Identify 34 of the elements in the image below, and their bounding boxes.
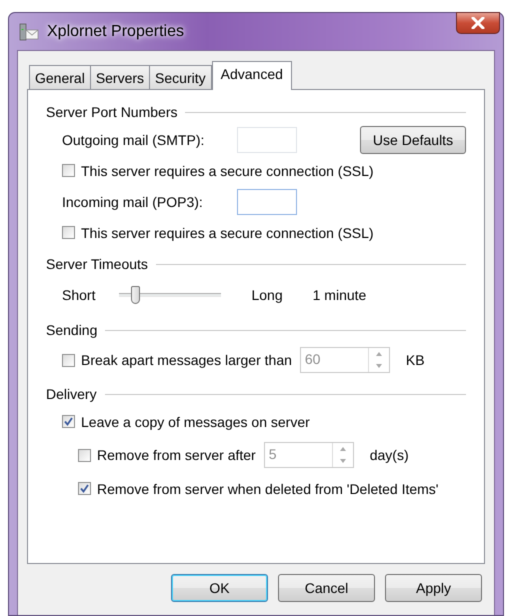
group-title: Server Timeouts <box>46 256 148 272</box>
group-title: Delivery <box>46 386 97 402</box>
tab[interactable]: Advanced <box>212 61 292 90</box>
dialog-button[interactable]: Cancel <box>278 574 375 602</box>
group-title: Server Port Numbers <box>46 104 178 120</box>
checkbox-label[interactable]: Leave a copy of messages on server <box>81 414 310 430</box>
window-title: Xplornet Properties <box>47 22 184 40</box>
close-icon <box>471 17 485 29</box>
timeout-slider[interactable] <box>119 285 222 305</box>
checkbox-label[interactable]: Remove from server when deleted from 'Deleted Items' <box>97 480 438 496</box>
group-title: Sending <box>46 322 98 338</box>
checkbox[interactable] <box>62 164 75 177</box>
timeout-value: 1 minute <box>312 287 366 303</box>
unit-label: KB <box>406 352 425 368</box>
checkbox[interactable] <box>62 226 75 239</box>
unit-label: day(s) <box>370 447 409 463</box>
tab[interactable]: General <box>29 65 91 89</box>
checkbox[interactable] <box>62 415 75 428</box>
slider-min-label: Short <box>62 287 96 303</box>
slider-thumb[interactable] <box>130 286 140 304</box>
tab[interactable]: Servers <box>90 65 150 89</box>
port-field[interactable] <box>237 188 297 214</box>
slider-max-label: Long <box>251 287 283 303</box>
use-defaults-button[interactable]: Use Defaults <box>360 126 466 154</box>
checkbox-label[interactable]: This server requires a secure connection (SSL) <box>81 224 374 240</box>
dialog-button[interactable]: OK <box>171 574 268 602</box>
field-label: Outgoing mail (SMTP): <box>62 132 206 148</box>
dialog-button[interactable]: Apply <box>385 574 482 602</box>
checkbox-label[interactable]: This server requires a secure connection (SSL) <box>81 162 374 178</box>
close-button[interactable] <box>456 12 500 34</box>
field-label: Incoming mail (POP3): <box>62 194 204 210</box>
mail-server-icon <box>19 22 39 40</box>
tab[interactable]: Security <box>149 65 212 89</box>
checkbox[interactable] <box>78 482 91 495</box>
